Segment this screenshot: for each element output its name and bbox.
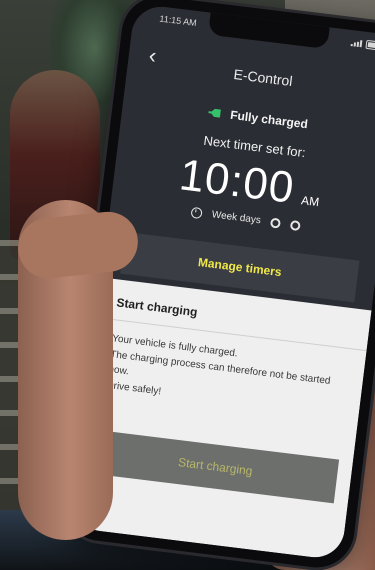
start-charging-sheet: Start charging Your vehicle is fully cha… — [70, 277, 372, 561]
sheet-message: Your vehicle is fully charged. The charg… — [106, 331, 348, 421]
climate-icon — [289, 219, 302, 231]
timer-time-value: 10:00 — [176, 150, 298, 213]
status-icons — [350, 38, 375, 51]
signal-icon — [350, 39, 363, 48]
departure-icon — [270, 217, 282, 229]
sheet-title: Start charging — [115, 295, 199, 320]
photo-scene: 11:15 AM ‹ E-Control Fully charged Next … — [0, 0, 375, 570]
plug-icon — [208, 108, 221, 118]
timer-ampm: AM — [300, 193, 320, 210]
phone-screen: 11:15 AM ‹ E-Control Fully charged Next … — [70, 3, 375, 561]
days-label: Week days — [211, 209, 262, 227]
page-title: E-Control — [232, 65, 294, 90]
start-charging-button[interactable]: Start charging — [91, 429, 340, 504]
clock-icon — [190, 206, 203, 220]
battery-icon — [365, 39, 375, 51]
status-time: 11:15 AM — [158, 13, 198, 28]
charging-status-label: Fully charged — [229, 107, 309, 132]
